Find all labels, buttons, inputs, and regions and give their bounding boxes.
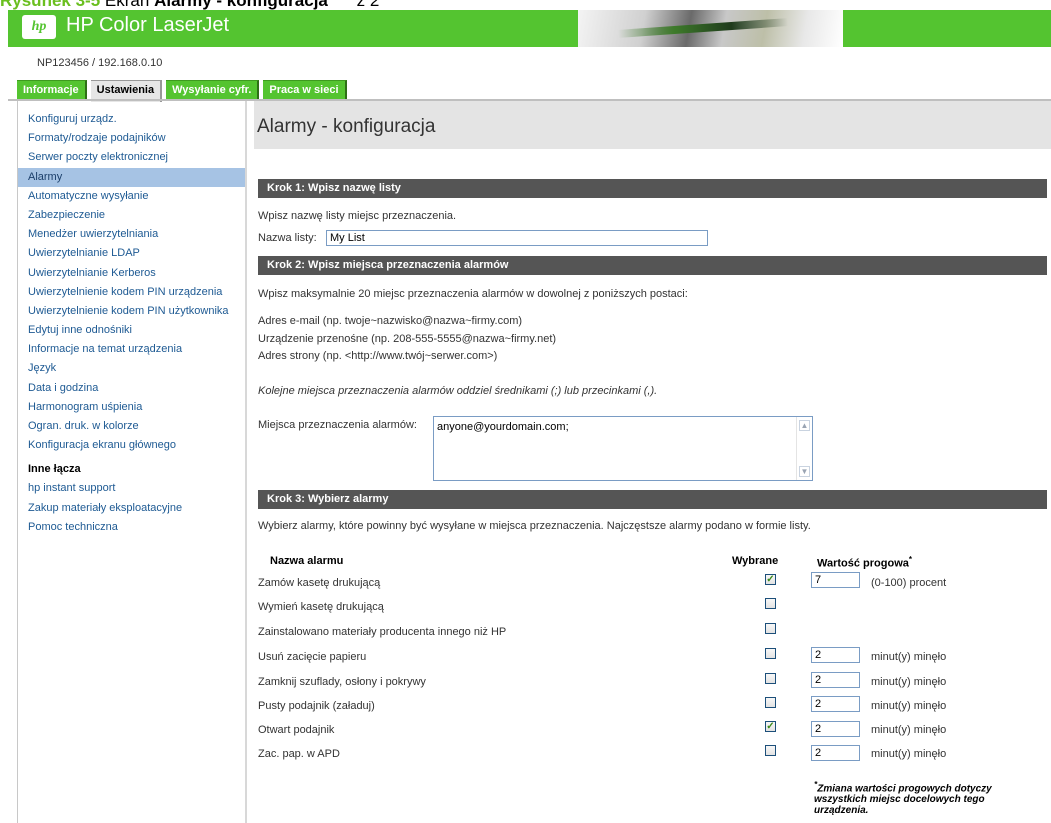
threshold-unit: minut(y) minęło <box>871 676 947 688</box>
step1-heading: Krok 1: Wpisz nazwę listy <box>258 179 1047 198</box>
sidebar-item-zabezpieczenie[interactable]: Zabezpieczenie <box>18 206 245 225</box>
alert-name: Zamknij szuflady, osłony i pokrywy <box>258 676 426 688</box>
threshold-input[interactable]: 7 <box>811 572 860 588</box>
tab-informacje[interactable]: Informacje <box>17 80 87 99</box>
alert-checkbox[interactable] <box>765 697 776 708</box>
sidebar-item-konfiguruj[interactable]: Konfiguruj urządz. <box>18 110 245 129</box>
sidebar-item-ekran[interactable]: Konfiguracja ekranu głównego <box>18 436 245 455</box>
alert-name: Zac. pap. w APD <box>258 748 340 760</box>
sidebar-item-serwer-poczty[interactable]: Serwer poczty elektronicznej <box>18 148 245 167</box>
col-selected: Wybrane <box>732 555 779 567</box>
header-banner: hp HP Color LaserJet <box>8 10 1051 47</box>
sidebar-item-data[interactable]: Data i godzina <box>18 379 245 398</box>
product-name: HP Color LaserJet <box>66 14 230 36</box>
format-web: Adres strony (np. <http://www.twój~serwe… <box>258 350 498 362</box>
sidebar-item-edytuj[interactable]: Edytuj inne odnośniki <box>18 321 245 340</box>
sidebar-item-informacje[interactable]: Informacje na temat urządzenia <box>18 340 245 359</box>
threshold-unit: minut(y) minęło <box>871 748 947 760</box>
sidebar-item-pin-uzytkownika[interactable]: Uwierzytelnienie kodem PIN użytkownika <box>18 302 245 321</box>
scroll-up-icon[interactable]: ▲ <box>799 420 810 431</box>
sidebar-item-kerberos[interactable]: Uwierzytelnianie Kerberos <box>18 264 245 283</box>
list-name-input[interactable]: My List <box>326 230 708 246</box>
threshold-input[interactable]: 2 <box>811 721 860 737</box>
sidebar-item-jezyk[interactable]: Język <box>18 359 245 378</box>
sidebar-item-ogran[interactable]: Ogran. druk. w kolorze <box>18 417 245 436</box>
scroll-down-icon[interactable]: ▼ <box>799 466 810 477</box>
col-threshold-label: Wartość progowa <box>817 557 909 570</box>
alert-name: Wymień kasetę drukującą <box>258 601 384 613</box>
destinations-scrollbar[interactable]: ▲ ▼ <box>796 417 812 480</box>
sidebar-link-zakup[interactable]: Zakup materiały eksploatacyjne <box>18 499 245 518</box>
col-threshold: Wartość progowa* <box>817 555 912 570</box>
sidebar-item-harmonogram[interactable]: Harmonogram uśpienia <box>18 398 245 417</box>
alert-checkbox[interactable] <box>765 745 776 756</box>
sidebar-item-ldap[interactable]: Uwierzytelnianie LDAP <box>18 244 245 263</box>
title-area: Alarmy - konfiguracja <box>254 101 1051 149</box>
threshold-input[interactable]: 2 <box>811 696 860 712</box>
threshold-unit: minut(y) minęło <box>871 651 947 663</box>
threshold-unit: (0-100) procent <box>871 577 947 589</box>
banner-image <box>578 10 843 47</box>
threshold-input[interactable]: 2 <box>811 745 860 761</box>
tab-wysylanie-cyfr[interactable]: Wysyłanie cyfr. <box>166 80 260 99</box>
step3-instruction: Wybierz alarmy, które powinny być wysyła… <box>258 520 811 532</box>
figure-number: Rysunek 3-5 <box>0 0 101 10</box>
destinations-value: anyone@yourdomain.com; <box>437 421 569 433</box>
sidebar-heading-inne: Inne łącza <box>28 463 81 476</box>
threshold-input[interactable]: 2 <box>811 672 860 688</box>
step3-heading: Krok 3: Wybierz alarmy <box>258 490 1047 509</box>
figure-title-bold: Alarmy - konfiguracja <box>154 0 328 10</box>
alert-name: Usuń zacięcie papieru <box>258 651 367 663</box>
figure-page: z 2 <box>356 0 380 10</box>
destinations-label: Miejsca przeznaczenia alarmów: <box>258 419 417 431</box>
sidebar-item-pin-urzadzenia[interactable]: Uwierzytelnienie kodem PIN urządzenia <box>18 283 245 302</box>
alert-checkbox[interactable]: ✓ <box>765 721 776 732</box>
sidebar-item-automatyczne[interactable]: Automatyczne wysyłanie <box>18 187 245 206</box>
step1-instruction: Wpisz nazwę listy miejsc przeznaczenia. <box>258 210 457 222</box>
list-name-label: Nazwa listy: <box>258 232 317 244</box>
alert-checkbox[interactable] <box>765 648 776 659</box>
alert-name: Otwart podajnik <box>258 724 335 736</box>
threshold-unit: minut(y) minęło <box>871 700 947 712</box>
alert-checkbox[interactable] <box>765 598 776 609</box>
sidebar-item-formaty[interactable]: Formaty/rodzaje podajników <box>18 129 245 148</box>
device-id: NP123456 / 192.168.0.10 <box>37 57 163 69</box>
format-email: Adres e-mail (np. twoje~nazwisko@nazwa~f… <box>258 315 523 327</box>
threshold-unit: minut(y) minęło <box>871 724 947 736</box>
alert-checkbox[interactable]: ✓ <box>765 574 776 585</box>
alert-name: Zainstalowano materiały producenta inneg… <box>258 626 507 638</box>
col-alert-name: Nazwa alarmu <box>270 555 344 567</box>
step2-heading: Krok 2: Wpisz miejsca przeznaczenia alar… <box>258 256 1047 275</box>
hp-logo-icon: hp <box>22 15 56 39</box>
alert-name: Zamów kasetę drukującą <box>258 577 381 589</box>
page-title: Alarmy - konfiguracja <box>257 116 436 137</box>
sidebar-item-menedzer[interactable]: Menedżer uwierzytelniania <box>18 225 245 244</box>
destinations-textarea[interactable]: anyone@yourdomain.com; ▲ ▼ <box>433 416 813 481</box>
sidebar: Konfiguruj urządz. Formaty/rodzaje podaj… <box>17 101 247 823</box>
alert-checkbox[interactable] <box>765 623 776 634</box>
footnote-text: Zmiana wartości progowych dotyczy wszyst… <box>814 783 992 817</box>
sidebar-link-pomoc[interactable]: Pomoc techniczna <box>18 518 245 537</box>
step2-instruction: Wpisz maksymalnie 20 miejsc przeznaczeni… <box>258 288 688 300</box>
main-content: Alarmy - konfiguracja Krok 1: Wpisz nazw… <box>254 101 1051 823</box>
figure-title-plain: Ekran <box>104 0 150 10</box>
col-threshold-mark: * <box>908 555 913 564</box>
format-mobile: Urządzenie przenośne (np. 208-555-5555@n… <box>258 333 557 345</box>
sidebar-link-instant-support[interactable]: hp instant support <box>18 479 245 498</box>
separator-note: Kolejne miejsca przeznaczenia alarmów od… <box>258 385 658 397</box>
tab-praca-w-sieci[interactable]: Praca w sieci <box>263 80 347 99</box>
threshold-input[interactable]: 2 <box>811 647 860 663</box>
sidebar-item-alarmy[interactable]: Alarmy <box>18 167 245 187</box>
alert-name: Pusty podajnik (załaduj) <box>258 700 375 712</box>
alert-checkbox[interactable] <box>765 673 776 684</box>
threshold-footnote: *Zmiana wartości progowych dotyczy wszys… <box>814 779 1039 816</box>
tab-bar: Informacje Ustawienia Wysyłanie cyfr. Pr… <box>17 80 351 102</box>
